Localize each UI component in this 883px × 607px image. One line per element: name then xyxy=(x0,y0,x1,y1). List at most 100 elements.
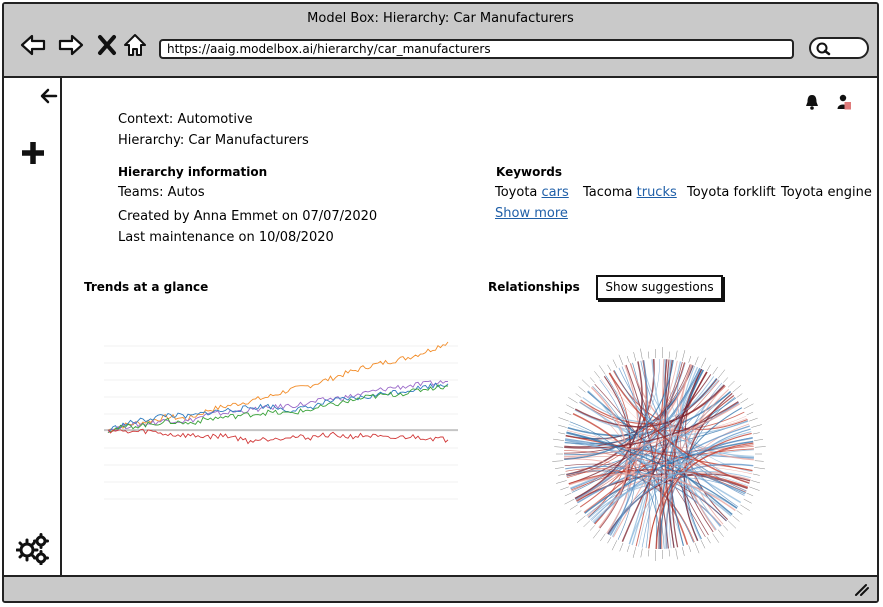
chord-label-tick xyxy=(626,545,630,553)
chord-label-tick xyxy=(754,460,764,462)
chord-label-tick xyxy=(723,377,729,383)
chord-label-tick xyxy=(619,542,624,552)
close-icon[interactable] xyxy=(94,32,120,58)
chord-label-tick xyxy=(743,403,754,410)
chord-label-tick xyxy=(727,520,737,529)
chord-label-tick xyxy=(647,549,650,557)
chord-label-tick xyxy=(751,424,762,428)
keyword-text: Toyota xyxy=(495,185,542,200)
home-icon[interactable] xyxy=(122,32,148,58)
chord-label-tick xyxy=(743,498,752,504)
chord-label-tick xyxy=(558,432,566,435)
series-line xyxy=(107,382,449,431)
status-bar xyxy=(4,575,877,601)
arrow-left-icon[interactable] xyxy=(20,32,46,58)
chord-label-tick xyxy=(746,492,754,497)
chord-label-tick xyxy=(557,424,567,428)
chord-label-tick xyxy=(576,515,586,523)
resize-grip-icon[interactable] xyxy=(853,582,869,596)
keyword-item: Toyota engine xyxy=(781,185,872,200)
chord-label-tick xyxy=(727,380,735,388)
browser-window: Model Box: Hierarchy: Car Manufacturers … xyxy=(2,2,879,603)
chord-label-tick xyxy=(752,432,760,435)
show-suggestions-button[interactable]: Show suggestions xyxy=(596,275,723,300)
chord-label-tick xyxy=(612,359,618,368)
chord-label-tick xyxy=(688,355,692,363)
title-bar: Model Box: Hierarchy: Car Manufacturers … xyxy=(4,4,877,78)
trends-heading: Trends at a glance xyxy=(84,280,209,294)
chord-label-tick xyxy=(754,446,766,448)
chord-label-tick xyxy=(564,498,575,505)
chord-label-tick xyxy=(736,510,743,515)
teams-label: Teams: Autos xyxy=(118,185,205,200)
chord-label-tick xyxy=(568,397,578,404)
chord-label-tick xyxy=(746,411,754,416)
window-title: Model Box: Hierarchy: Car Manufacturers xyxy=(307,11,574,26)
chord-label-tick xyxy=(566,404,575,410)
chord-label-tick xyxy=(556,480,567,484)
chord-label-tick xyxy=(558,473,566,476)
gears-icon[interactable] xyxy=(16,533,50,565)
keyword-item: Tacoma trucks xyxy=(583,185,677,200)
chord-label-tick xyxy=(717,529,724,537)
keyword-item: Toyota forklift xyxy=(687,185,776,200)
chord-links xyxy=(563,358,755,550)
chord-label-tick xyxy=(717,369,726,379)
hierarchy-label: Hierarchy: Car Manufacturers xyxy=(118,133,309,148)
chord-label-tick xyxy=(560,486,569,491)
chord-label-tick xyxy=(640,548,643,558)
relationships-chord-diagram xyxy=(552,347,766,561)
context-label: Context: Automotive xyxy=(118,112,253,127)
chord-label-tick xyxy=(754,467,765,470)
hierarchy-info-heading: Hierarchy information xyxy=(118,165,268,179)
chord-label-tick xyxy=(723,525,729,531)
chord-label-tick xyxy=(569,504,578,510)
keyword-item: Toyota cars xyxy=(495,185,569,200)
chord-label-tick xyxy=(589,377,595,383)
chord-label-tick xyxy=(626,355,630,363)
chord-label-tick xyxy=(732,385,742,393)
relationships-heading: Relationships xyxy=(488,280,580,294)
chord-label-tick xyxy=(554,446,564,448)
chord-label-tick xyxy=(749,486,760,491)
chord-label-tick xyxy=(618,354,624,366)
chord-label-tick xyxy=(647,351,650,359)
chord-label-tick xyxy=(558,417,569,422)
chord-label-tick xyxy=(578,386,586,393)
chord-label-tick xyxy=(706,537,711,544)
chord-label-tick xyxy=(700,357,707,368)
chord-label-tick xyxy=(752,473,760,476)
chord-label-tick xyxy=(554,467,564,469)
chord-label-tick xyxy=(575,510,582,515)
chord-label-tick xyxy=(675,350,678,360)
chord-label-tick xyxy=(688,545,692,553)
chord-label-tick xyxy=(751,480,761,484)
show-more-link[interactable]: Show more xyxy=(495,206,568,221)
chord-label-tick xyxy=(736,393,743,398)
arrow-right-icon[interactable] xyxy=(58,32,84,58)
sidebar xyxy=(4,78,62,579)
chord-label-tick xyxy=(681,547,685,556)
chord-label-tick xyxy=(581,379,591,388)
chord-label-tick xyxy=(740,504,750,511)
address-bar[interactable]: https://aaig.modelbox.ai/hierarchy/car_m… xyxy=(159,39,794,59)
user-icon[interactable] xyxy=(836,94,852,110)
chord-label-tick xyxy=(633,352,637,361)
keywords-heading: Keywords xyxy=(496,165,563,179)
chord-label-tick xyxy=(749,417,758,422)
chord-label-tick xyxy=(592,529,601,539)
bell-icon[interactable] xyxy=(804,94,820,110)
chord-label-tick xyxy=(668,549,671,557)
search-box[interactable] xyxy=(809,37,869,59)
chord-label-tick xyxy=(607,364,612,371)
keyword-link-trucks[interactable]: trucks xyxy=(637,185,677,200)
plus-icon[interactable] xyxy=(20,140,46,166)
trends-chart xyxy=(104,341,458,500)
chord-label-tick xyxy=(712,533,720,543)
arrow-left-icon[interactable] xyxy=(40,88,58,104)
chord-label-tick xyxy=(564,411,572,416)
chord-label-tick xyxy=(640,348,643,360)
chord-label-tick xyxy=(754,439,764,441)
series-line xyxy=(107,428,449,445)
keyword-link-cars[interactable]: cars xyxy=(542,185,569,200)
